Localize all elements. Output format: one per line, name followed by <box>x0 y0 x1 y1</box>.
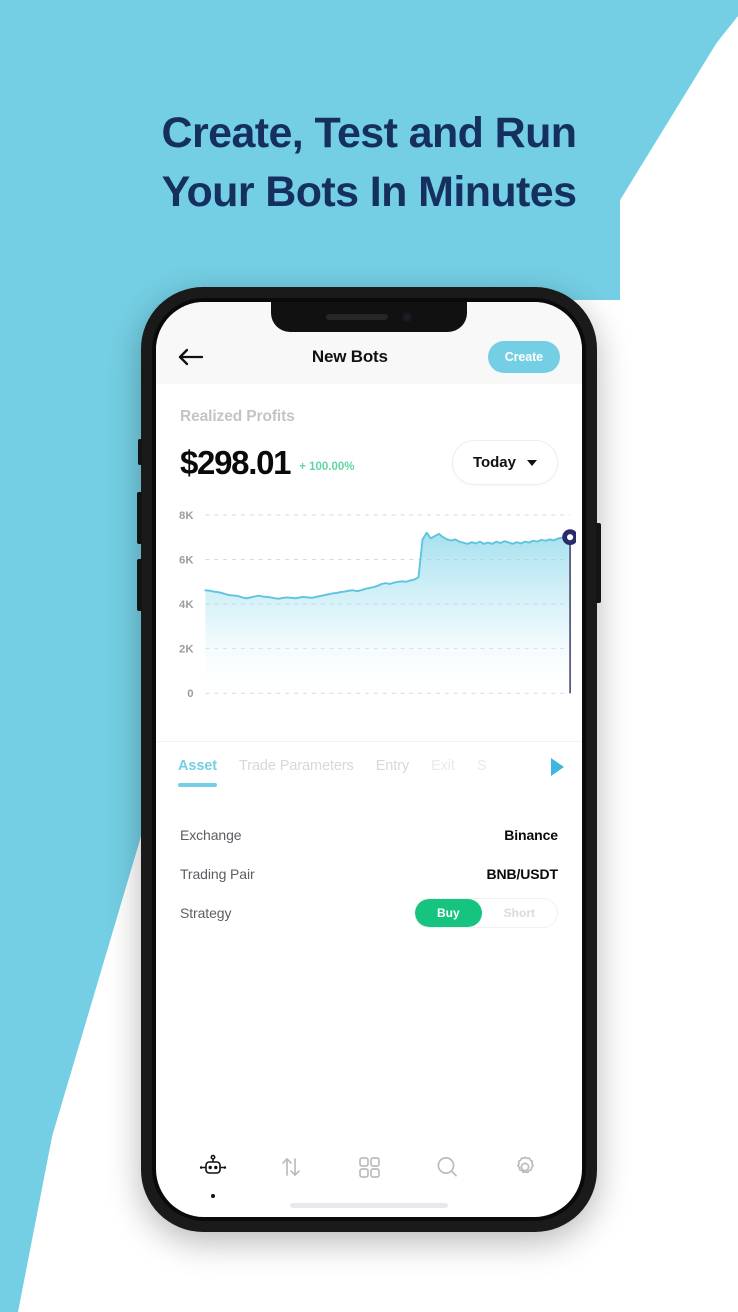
phone-screen: New Bots Create Realized Profits $298.01… <box>156 302 582 1217</box>
realized-profits-label: Realized Profits <box>180 408 295 425</box>
chart-area-fill <box>205 532 571 694</box>
tab-entry[interactable]: Entry <box>376 758 409 783</box>
strategy-toggle[interactable]: Buy Short <box>413 898 558 929</box>
chart-y-tick-label: 0 <box>187 688 193 700</box>
table-row: Trading Pair BNB/USDT <box>180 855 558 894</box>
nav-item-bots[interactable] <box>190 1147 236 1198</box>
chart-marker-dot-center <box>567 534 574 541</box>
headline-line-2: Your Bots In Minutes <box>161 168 577 217</box>
detail-value: BNB/USDT <box>486 866 558 883</box>
chart-y-tick-label: 2K <box>179 644 194 656</box>
volume-up-button[interactable] <box>137 492 142 544</box>
silent-switch[interactable] <box>138 439 142 465</box>
robot-icon <box>199 1154 227 1174</box>
chart-y-tick-label: 6K <box>179 554 194 566</box>
nav-item-search[interactable] <box>424 1147 470 1187</box>
tab-list: Asset Trade Parameters Entry Exit S <box>156 758 582 796</box>
profits-chart: 8K 6K 4K 2K 0 <box>156 485 582 719</box>
home-indicator <box>290 1203 448 1208</box>
chart-y-axis-labels: 8K 6K 4K 2K 0 <box>179 510 194 700</box>
arrow-left-icon <box>178 348 204 366</box>
phone-mockup: New Bots Create Realized Profits $298.01… <box>137 287 601 1232</box>
tab-s[interactable]: S <box>477 758 487 783</box>
tab-label: Asset <box>178 757 217 774</box>
table-row: Exchange Binance <box>180 816 558 855</box>
search-icon <box>437 1157 457 1177</box>
tab-trade-parameters[interactable]: Trade Parameters <box>239 758 354 783</box>
tab-label: Entry <box>375 757 410 774</box>
profits-area-chart: 8K 6K 4K 2K 0 <box>179 510 576 700</box>
asset-details: Exchange Binance Trading Pair BNB/USDT S… <box>156 796 582 933</box>
chart-y-tick-label: 8K <box>179 510 194 522</box>
phone-bezel: New Bots Create Realized Profits $298.01… <box>152 298 586 1221</box>
chart-y-tick-label: 4K <box>179 599 194 611</box>
strategy-buy-option[interactable]: Buy <box>414 899 482 928</box>
active-indicator-dot <box>211 1194 215 1198</box>
bottom-navigation <box>156 1147 582 1198</box>
transfer-arrows-icon <box>282 1158 300 1176</box>
profits-amount-row: $298.01 + 100.00% Today <box>180 440 558 485</box>
tab-label: Trade Parameters <box>239 757 354 774</box>
profit-change-badge: + 100.00% <box>299 461 355 473</box>
tab-active-underline <box>178 782 217 787</box>
detail-value: Binance <box>504 827 558 844</box>
nav-item-dashboard[interactable] <box>346 1147 392 1187</box>
detail-label: Trading Pair <box>180 866 255 883</box>
profit-amount: $298.01 <box>180 443 291 481</box>
nav-item-transfers[interactable] <box>268 1147 314 1187</box>
strategy-short-option[interactable]: Short <box>482 899 557 927</box>
nav-item-settings[interactable] <box>502 1147 548 1187</box>
strategy-label: Strategy <box>180 905 232 922</box>
play-arrow-icon[interactable] <box>551 757 564 776</box>
back-button[interactable] <box>178 348 212 366</box>
page-title: New Bots <box>311 347 388 366</box>
power-button[interactable] <box>596 523 601 603</box>
tab-label: Exit <box>431 757 455 774</box>
detail-label: Exchange <box>180 827 242 844</box>
date-range-label: Today <box>472 454 516 471</box>
create-button[interactable]: Create <box>487 341 560 373</box>
date-range-dropdown[interactable]: Today <box>451 440 558 485</box>
chevron-down-icon <box>527 459 537 466</box>
realized-profits-section: Realized Profits $298.01 + 100.00% Today <box>156 384 582 485</box>
headline-line-1: Create, Test and Run <box>161 109 578 157</box>
earpiece-speaker-icon <box>326 314 388 320</box>
strategy-row: Strategy Buy Short <box>180 894 558 933</box>
tab-exit[interactable]: Exit <box>431 758 455 783</box>
gear-icon <box>517 1156 534 1174</box>
detail-tabs: Asset Trade Parameters Entry Exit S <box>156 740 582 796</box>
tab-label: S <box>476 757 487 774</box>
page-headline: Create, Test and Run Your Bots In Minute… <box>0 104 738 223</box>
phone-notch <box>271 302 467 332</box>
tab-asset[interactable]: Asset <box>178 758 217 796</box>
grid-icon <box>359 1157 380 1178</box>
front-camera-icon <box>402 312 412 322</box>
volume-down-button[interactable] <box>137 559 142 611</box>
